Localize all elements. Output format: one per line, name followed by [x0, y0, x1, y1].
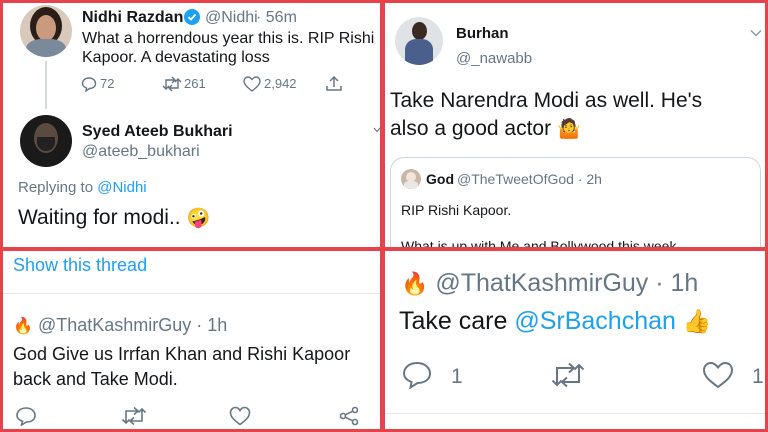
- tweet-text-body: Waiting for modi..: [18, 206, 181, 229]
- tweet-text: Take care @SrBachchan 👍: [399, 307, 712, 336]
- tweet-time[interactable]: · 56m: [256, 9, 297, 27]
- panel-top-left: Nidhi Razdan @Nidhi · 56m What a horrend…: [3, 3, 380, 247]
- divider: [385, 413, 765, 414]
- tweet-text-line-2: also a good actor 🤷: [390, 117, 581, 141]
- retweet-icon[interactable]: [550, 361, 586, 389]
- replying-to-label: Replying to @Nidhi: [18, 179, 147, 196]
- quoted-author-name: God: [426, 171, 454, 187]
- share-icon[interactable]: [338, 406, 360, 426]
- replying-prefix: Replying to: [18, 179, 94, 196]
- reply-icon[interactable]: [15, 406, 37, 426]
- share-icon[interactable]: [326, 75, 342, 92]
- show-thread-link[interactable]: Show this thread: [13, 255, 147, 276]
- mention-link[interactable]: @SrBachchan: [514, 307, 676, 335]
- like-icon[interactable]: [702, 361, 734, 389]
- retweet-count: 261: [184, 76, 206, 91]
- tweet-text-line-1: God Give us Irrfan Khan and Rishi Kapoor: [13, 344, 351, 364]
- tweet-text-body: Take care: [399, 307, 508, 335]
- tweet-text: Waiting for modi.. 🤪: [18, 206, 210, 230]
- like-count: 2,942: [264, 76, 297, 91]
- retweet-icon[interactable]: [162, 76, 182, 92]
- tweet-text-line-1: What a horrendous year this is. RIP Rish…: [82, 30, 375, 47]
- panel-top-right: Burhan @_nawabb Take Narendra Modi as we…: [385, 3, 765, 247]
- panel-bottom-right: 🔥 @ThatKashmirGuy · 1h Take care @SrBach…: [385, 251, 765, 429]
- author-handle[interactable]: @Nidhi: [205, 9, 258, 27]
- divider: [3, 293, 380, 294]
- tweet-header: 🔥 @ThatKashmirGuy · 1h: [401, 269, 698, 298]
- tweet-text-line-2: back and Take Modi.: [13, 369, 178, 389]
- replying-to-link[interactable]: @Nidhi: [97, 179, 146, 196]
- tweet-header: 🔥 @ThatKashmirGuy · 1h: [13, 315, 227, 336]
- quoted-author-handle: @TheTweetOfGod · 2h: [457, 171, 602, 187]
- reply-count: 1: [451, 365, 463, 388]
- tweet-text-line-2: Kapoor. A devastating loss: [82, 49, 270, 66]
- quoted-text-line-2: What is up with Me and Bollywood this we…: [401, 238, 677, 247]
- author-handle[interactable]: @ThatKashmirGuy · 1h: [38, 315, 227, 335]
- verified-icon: [184, 9, 200, 25]
- tweet-text-line-1: Take Narendra Modi as well. He's: [390, 89, 703, 112]
- retweet-icon[interactable]: [121, 406, 147, 426]
- like-icon[interactable]: [243, 76, 261, 92]
- reply-count: 72: [100, 76, 115, 91]
- fire-emoji: 🔥: [13, 318, 33, 335]
- shrug-emoji: 🤷: [556, 119, 581, 140]
- author-handle[interactable]: @_nawabb: [456, 50, 532, 67]
- thumbs-up-emoji: 👍: [682, 308, 712, 334]
- fire-emoji: 🔥: [401, 271, 429, 296]
- nidhi-avatar[interactable]: [20, 5, 72, 57]
- quoted-tweet-card[interactable]: God @TheTweetOfGod · 2h RIP Rishi Kapoor…: [390, 157, 761, 247]
- author-name[interactable]: Nidhi Razdan: [82, 9, 183, 27]
- burhan-avatar[interactable]: [395, 17, 443, 65]
- quoted-text-line-1: RIP Rishi Kapoor.: [401, 202, 512, 218]
- panel-bottom-left: Show this thread 🔥 @ThatKashmirGuy · 1h …: [3, 251, 380, 429]
- god-avatar: [401, 169, 421, 189]
- author-name[interactable]: Syed Ateeb Bukhari: [82, 123, 233, 141]
- author-handle[interactable]: @ThatKashmirGuy · 1h: [435, 269, 698, 297]
- zany-face-emoji: 🤪: [186, 208, 211, 229]
- chevron-down-icon[interactable]: [373, 126, 380, 134]
- reply-icon[interactable]: [81, 76, 97, 92]
- tweet-text-body: also a good actor: [390, 117, 552, 140]
- chevron-down-icon[interactable]: [750, 29, 762, 37]
- like-count: 1: [752, 365, 764, 388]
- author-name[interactable]: Burhan: [456, 25, 509, 42]
- author-handle[interactable]: @ateeb_bukhari: [82, 143, 200, 161]
- ateeb-avatar[interactable]: [20, 115, 72, 167]
- like-icon[interactable]: [229, 406, 251, 426]
- thread-connector: [45, 61, 47, 109]
- reply-icon[interactable]: [402, 361, 432, 389]
